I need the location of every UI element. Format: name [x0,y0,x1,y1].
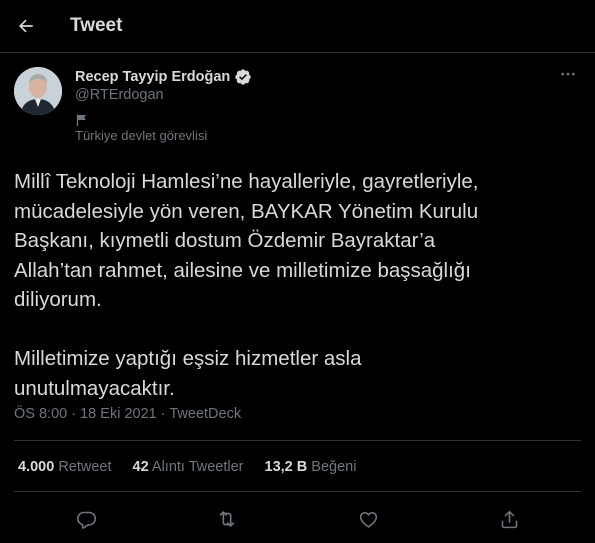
heart-icon [359,511,377,528]
author-handle[interactable]: @RTErdogan [75,87,164,103]
likes-stat[interactable]: 13,2 B Beğeni [265,459,357,475]
tweet-paragraph-1: Millî Teknoloji Hamlesi’ne hayalleriyle,… [14,167,574,315]
likes-label: Beğeni [311,459,357,475]
share-icon [501,510,517,528]
divider [14,440,581,441]
retweet-button[interactable] [213,505,241,533]
tweet-line: diliyorum. [14,288,102,311]
likes-count: 13,2 B [264,459,308,475]
tweet-line: Allah’tan rahmet, ailesine ve milletimiz… [14,258,471,282]
reply-button[interactable] [72,505,100,533]
government-account-label[interactable]: Türkiye devlet görevlisi [75,128,207,143]
tweet-line: unutulmayacaktır. [14,376,175,400]
retweets-count: 4.000 [18,459,55,475]
tweet-stats: 4.000 Retweet 42 Alıntı Tweetler 13,2 B … [18,459,377,475]
tweet-timestamp-row: ÖS 8:00 · 18 Eki 2021 · TweetDeck [14,406,241,422]
tweet-line: Milletimize yaptığı eşsiz hizmetler asla [14,347,362,370]
share-button[interactable] [495,505,523,533]
like-button[interactable] [354,505,382,533]
name-row: Recep Tayyip Erdoğan [75,67,252,87]
divider [14,491,581,492]
page-title: Tweet [70,15,123,36]
tweet-line: Başkanı, kıymetli dostum Özdemir Bayrakt… [14,229,436,252]
arrow-left-icon [19,19,33,33]
tweet-date[interactable]: 18 Eki 2021 [80,406,157,422]
tweet-line: mücadelesiyle yön veren, BAYKAR Yönetim … [14,199,479,223]
tweet-header: Tweet [0,0,595,53]
avatar[interactable] [14,67,62,115]
reply-icon [76,511,96,529]
quotes-stat[interactable]: 42 Alıntı Tweetler [133,459,244,475]
author-name[interactable]: Recep Tayyip Erdoğan [75,69,230,85]
tweet-line: Millî Teknoloji Hamlesi’ne hayalleriyle,… [14,170,479,193]
back-button[interactable] [9,9,43,43]
more-horizontal-icon [561,72,575,76]
retweets-label: Retweet [58,459,112,475]
verified-badge-icon [235,69,251,85]
tweet-source[interactable]: TweetDeck [169,406,241,422]
meta-separator: · [71,406,77,422]
quotes-count: 42 [132,459,149,475]
tweet-paragraph-2: Milletimize yaptığı eşsiz hizmetler asla… [14,344,574,403]
flag-icon [76,114,86,126]
meta-separator: · [160,406,166,422]
tweet-text: Millî Teknoloji Hamlesi’ne hayalleriyle,… [14,167,574,403]
retweet-icon [219,511,235,527]
more-options-button[interactable] [555,64,581,84]
retweets-stat[interactable]: 4.000 Retweet [18,459,112,475]
avatar-image [14,67,62,115]
quotes-label: Alıntı Tweetler [151,459,244,475]
tweet-time[interactable]: ÖS 8:00 [14,406,67,422]
tweet-author: Recep Tayyip Erdoğan @RTErdogan Türkiye … [14,64,581,154]
